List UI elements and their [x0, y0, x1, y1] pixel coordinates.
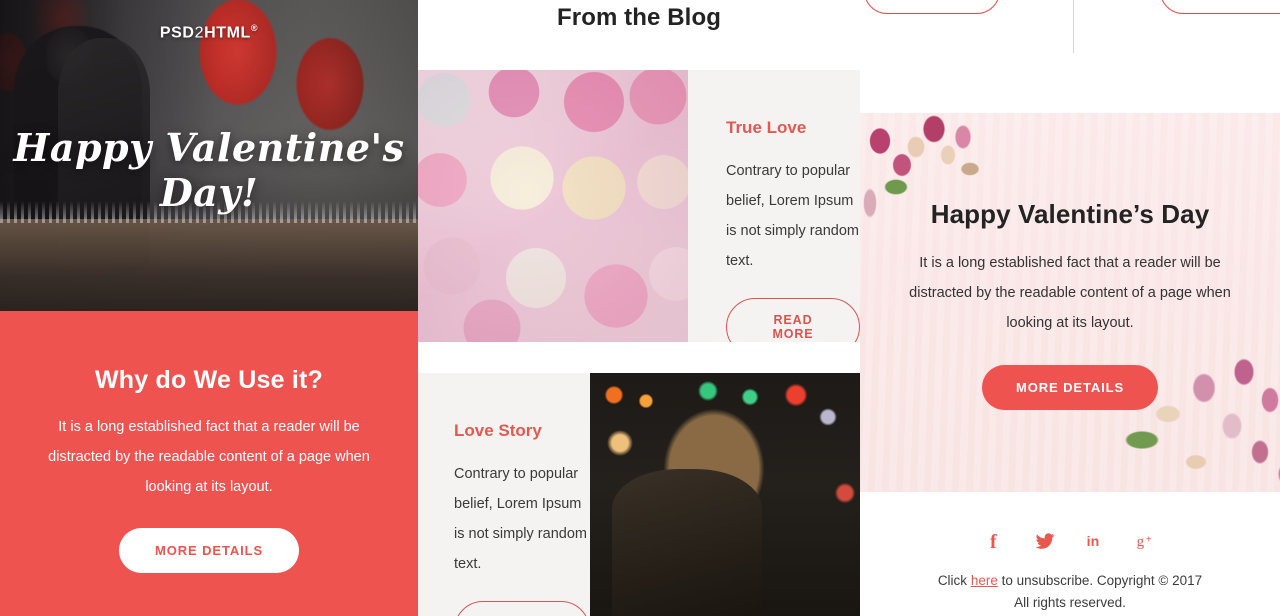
blog-post-content: Love Story Contrary to popular belief, L…	[418, 373, 590, 616]
brand-logo[interactable]: PSD2HTML®	[0, 23, 418, 42]
svg-text:in: in	[1087, 534, 1100, 550]
svg-text:f: f	[990, 531, 997, 551]
facebook-icon[interactable]: f	[982, 528, 1008, 554]
legal-text-after-link: to unsubscribe. Copyright © 2017	[997, 573, 1203, 588]
blog-post-card: True Love Contrary to popular belief, Lo…	[418, 70, 860, 342]
candy-hearts-image	[418, 70, 688, 342]
hero-title: Happy Valentine's Day!	[13, 125, 405, 215]
valentine-promo-heading: Happy Valentine’s Day	[930, 199, 1210, 229]
logo-part-html: HTML	[204, 24, 251, 42]
man-with-roses-image	[590, 373, 860, 616]
valentine-promo-body-text: It is a long established fact that a rea…	[909, 255, 1231, 331]
blog-post-card: Love Story Contrary to popular belief, L…	[418, 373, 860, 616]
blog-post-read-more-button[interactable]: READ MORE	[726, 298, 860, 342]
valentine-more-details-button[interactable]: MORE DETAILS	[981, 365, 1159, 410]
blog-post-thumbnail[interactable]	[418, 70, 688, 342]
promo-more-details-button[interactable]: MORE DETAILS	[118, 528, 300, 573]
vertical-divider	[1073, 0, 1074, 53]
footer-legal-text: Click here to unsubscribe. Copyright © 2…	[860, 570, 1280, 614]
promo-heading: Why do We Use it?	[95, 366, 323, 394]
valentine-promo-content: Happy Valentine’s Day It is a long estab…	[860, 113, 1280, 410]
svg-text:g: g	[1137, 534, 1145, 550]
google-plus-icon[interactable]: g +	[1132, 528, 1158, 554]
promo-section: Why do We Use it? It is a long establish…	[0, 311, 418, 616]
valentine-promo-panel: Happy Valentine’s Day It is a long estab…	[860, 113, 1280, 492]
partial-button-right[interactable]	[1160, 0, 1280, 14]
blog-post-title[interactable]: True Love	[726, 118, 860, 138]
logo-part-two: 2	[194, 24, 205, 42]
hero-banner: PSD2HTML® Happy Valentine's Day!	[0, 0, 418, 311]
right-column: Happy Valentine’s Day It is a long estab…	[860, 0, 1280, 616]
email-template-preview: PSD2HTML® Happy Valentine's Day! Why do …	[0, 0, 1280, 616]
unsubscribe-link[interactable]: here	[971, 573, 998, 588]
blog-post-content: True Love Contrary to popular belief, Lo…	[688, 70, 860, 342]
hero-photo-window-sill	[0, 219, 418, 311]
legal-text-before-link: Click	[937, 573, 971, 588]
blog-section-title: From the Blog	[557, 4, 721, 31]
blog-post-excerpt: Contrary to popular belief, Lorem Ipsum …	[726, 163, 859, 269]
logo-registered-mark: ®	[250, 23, 259, 33]
svg-text:+: +	[1146, 535, 1152, 546]
twitter-icon[interactable]	[1032, 528, 1058, 554]
email-footer: f in g + Click here to unsubscribe. Copyr…	[860, 492, 1280, 614]
blog-post-read-more-button[interactable]: READ MORE	[454, 601, 590, 616]
left-column: PSD2HTML® Happy Valentine's Day! Why do …	[0, 0, 418, 616]
blog-post-thumbnail[interactable]	[590, 373, 860, 616]
middle-column: From the Blog True Love Contrary to popu…	[418, 0, 860, 616]
legal-rights-line: All rights reserved.	[1014, 595, 1126, 610]
blog-post-excerpt: Contrary to popular belief, Lorem Ipsum …	[454, 466, 587, 572]
promo-body-text: It is a long established fact that a rea…	[48, 419, 370, 495]
blog-post-title[interactable]: Love Story	[454, 421, 590, 441]
linkedin-icon[interactable]: in	[1082, 528, 1108, 554]
logo-part-psd: PSD	[159, 24, 195, 42]
social-links: f in g +	[860, 528, 1280, 554]
partial-button-left[interactable]	[864, 0, 1000, 14]
